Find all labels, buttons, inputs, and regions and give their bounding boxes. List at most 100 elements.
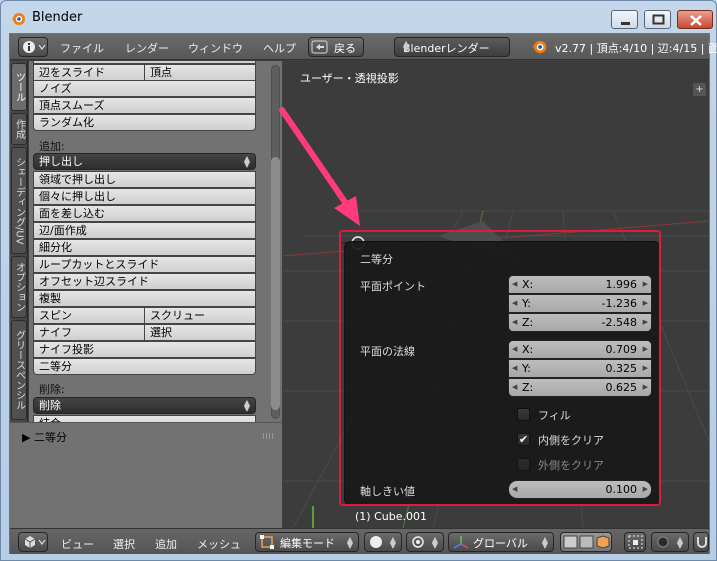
clear-outer-checkbox[interactable] bbox=[517, 458, 530, 471]
plane-normal-y[interactable]: ◀ Y: 0.325 ▶ bbox=[508, 359, 652, 378]
axis-label: Z: bbox=[522, 316, 534, 329]
plane-point-x-value: 1.996 bbox=[605, 278, 638, 291]
cube-editor-icon bbox=[24, 536, 46, 548]
tool-bisect[interactable]: 二等分 bbox=[33, 358, 256, 375]
axis-threshold-field[interactable]: ◀ 0.100 ▶ bbox=[508, 480, 652, 499]
3d-view-header: ビュー 選択 追加 メッシュ 編集モード ▲ ▼ ▲ ▼ ▲ ▼ グローバル ▲ ▼ ▲ ▼ bbox=[10, 528, 709, 554]
fill-checkbox[interactable] bbox=[517, 408, 530, 421]
scene-stats: v2.77 | 頂点:4/10 | 辺:4/15 | 面:0 bbox=[555, 42, 717, 55]
last-operator-title: 二等分 bbox=[33, 431, 67, 444]
maximize-button[interactable] bbox=[644, 10, 671, 29]
tool-smooth-vertex[interactable]: 頂点スムーズ bbox=[33, 97, 256, 114]
tool-make-edge-face[interactable]: 辺/面作成 bbox=[33, 222, 256, 239]
menu-add[interactable]: 追加 bbox=[155, 536, 177, 552]
updown-icon: ▲ ▼ bbox=[389, 535, 396, 550]
arrow-left-icon: ◀ bbox=[512, 299, 518, 307]
extrude-dropdown[interactable]: 押し出し ▲ ▼ bbox=[33, 153, 256, 170]
axis-gizmo-icon bbox=[312, 506, 314, 528]
tab-grease-pencil[interactable]: グリースペンシル bbox=[11, 320, 27, 420]
menu-view[interactable]: ビュー bbox=[61, 536, 94, 552]
last-operator-header[interactable]: ▶ 二等分 bbox=[22, 429, 67, 445]
menu-select[interactable]: 選択 bbox=[113, 536, 135, 552]
blender-logo-icon bbox=[531, 40, 547, 54]
menu-help[interactable]: ヘルプ bbox=[263, 40, 296, 56]
tab-tools[interactable]: ツール bbox=[11, 63, 27, 111]
tool-offset-edge-slide[interactable]: オフセット辺スライド bbox=[33, 273, 256, 290]
plane-normal-z-value: 0.625 bbox=[605, 381, 638, 394]
mode-dropdown[interactable]: 編集モード ▲ ▼ bbox=[255, 532, 359, 552]
tool-knife[interactable]: ナイフ bbox=[33, 324, 145, 341]
arrow-left-icon: ◀ bbox=[512, 383, 518, 391]
tab-options[interactable]: オプション bbox=[11, 256, 27, 318]
tool-vertex[interactable]: 頂点 bbox=[144, 64, 256, 81]
blender-client-area: ファイル レンダー ウィンドウ ヘルプ 戻る Blenderレンダー ▲ ▼ v2.… bbox=[9, 33, 717, 554]
section-add: 追加: bbox=[39, 140, 65, 153]
proportional-edit-dropdown[interactable]: ▲ ▼ bbox=[651, 532, 689, 552]
menu-render[interactable]: レンダー bbox=[125, 40, 169, 56]
tool-duplicate[interactable]: 複製 bbox=[33, 290, 256, 307]
back-label: 戻る bbox=[334, 42, 356, 55]
info-icon bbox=[23, 41, 46, 53]
tool-inset-faces[interactable]: 面を差し込む bbox=[33, 205, 256, 222]
arrow-right-icon: ▶ bbox=[642, 383, 648, 391]
blender-orange-icon bbox=[11, 13, 25, 25]
minimize-button[interactable] bbox=[611, 10, 638, 29]
tool-merge[interactable]: 結合 bbox=[33, 415, 256, 422]
arrow-right-icon: ▶ bbox=[642, 280, 648, 288]
arrow-left-icon: ◀ bbox=[512, 364, 518, 372]
editor-type-button[interactable] bbox=[18, 37, 48, 57]
clear-inner-checkbox[interactable]: ✔ bbox=[517, 433, 530, 446]
minimize-icon bbox=[621, 22, 630, 25]
menu-window[interactable]: ウィンドウ bbox=[188, 40, 243, 56]
menu-mesh[interactable]: メッシュ bbox=[197, 536, 241, 552]
plane-point-z[interactable]: ◀ Z: -2.548 ▶ bbox=[508, 313, 652, 332]
panel-grip-icon[interactable] bbox=[263, 433, 275, 439]
tool-tabs: ツール 作成 シェーディング/UV オプション グリースペンシル bbox=[10, 61, 28, 422]
delete-dropdown[interactable]: 削除 ▲ ▼ bbox=[33, 397, 256, 414]
properties-toggle-icon[interactable]: + bbox=[693, 83, 706, 96]
plane-point-x[interactable]: ◀ X: 1.996 ▶ bbox=[508, 275, 652, 294]
plane-point-y[interactable]: ◀ Y: -1.236 ▶ bbox=[508, 294, 652, 313]
pivot-dropdown[interactable]: ▲ ▼ bbox=[406, 532, 444, 552]
tool-noise[interactable]: ノイズ bbox=[33, 80, 256, 97]
plane-normal-x[interactable]: ◀ X: 0.709 ▶ bbox=[508, 340, 652, 359]
orientation-dropdown[interactable]: グローバル ▲ ▼ bbox=[448, 532, 554, 552]
tab-create[interactable]: 作成 bbox=[11, 113, 27, 145]
tool-extrude-region[interactable]: 領域で押し出し bbox=[33, 171, 256, 188]
clear-inner-label: 内側をクリア bbox=[538, 434, 604, 447]
shading-dropdown[interactable]: ▲ ▼ bbox=[364, 532, 402, 552]
tool-extrude-individual[interactable]: 個々に押し出し bbox=[33, 188, 256, 205]
tool-edge-slide[interactable]: 辺をスライド bbox=[33, 64, 145, 81]
updown-icon: ▲ ▼ bbox=[403, 39, 410, 54]
menu-file[interactable]: ファイル bbox=[60, 40, 104, 56]
tool-loop-cut[interactable]: ループカットとスライド bbox=[33, 256, 256, 273]
plane-normal-z[interactable]: ◀ Z: 0.625 ▶ bbox=[508, 378, 652, 397]
editor-type-3d-button[interactable] bbox=[18, 532, 48, 552]
axis-label: Z: bbox=[522, 381, 534, 394]
close-button[interactable] bbox=[677, 10, 713, 29]
maximize-icon bbox=[652, 14, 665, 25]
redo-panel-title: 二等分 bbox=[360, 253, 393, 266]
back-button[interactable]: 戻る bbox=[308, 37, 364, 57]
tool-knife-project[interactable]: ナイフ投影 bbox=[33, 341, 256, 358]
edit-mode-icon bbox=[260, 535, 274, 549]
tool-spin[interactable]: スピン bbox=[33, 307, 145, 324]
magnet-icon bbox=[697, 537, 707, 548]
tool-subdivide[interactable]: 細分化 bbox=[33, 239, 256, 256]
window-title: Blender bbox=[32, 10, 83, 25]
tool-randomize[interactable]: ランダム化 bbox=[33, 114, 256, 131]
tool-shelf-scrollbar[interactable] bbox=[269, 61, 282, 422]
limit-selection-button[interactable] bbox=[624, 532, 646, 552]
scrollbar-thumb[interactable] bbox=[271, 157, 280, 410]
tool-screw[interactable]: スクリュー bbox=[144, 307, 256, 324]
back-arrow-icon bbox=[311, 40, 328, 54]
orientation-label: グローバル bbox=[473, 537, 528, 550]
select-mode-group[interactable] bbox=[560, 532, 612, 552]
snap-button[interactable] bbox=[693, 532, 709, 552]
tool-knife-select[interactable]: 選択 bbox=[144, 324, 256, 341]
tab-shading-uv[interactable]: シェーディング/UV bbox=[11, 147, 27, 254]
arrow-right-icon: ▶ bbox=[642, 364, 648, 372]
plane-point-z-value: -2.548 bbox=[601, 316, 637, 329]
arrow-left-icon: ◀ bbox=[512, 485, 518, 493]
render-engine-dropdown[interactable]: Blenderレンダー ▲ ▼ bbox=[394, 37, 510, 57]
